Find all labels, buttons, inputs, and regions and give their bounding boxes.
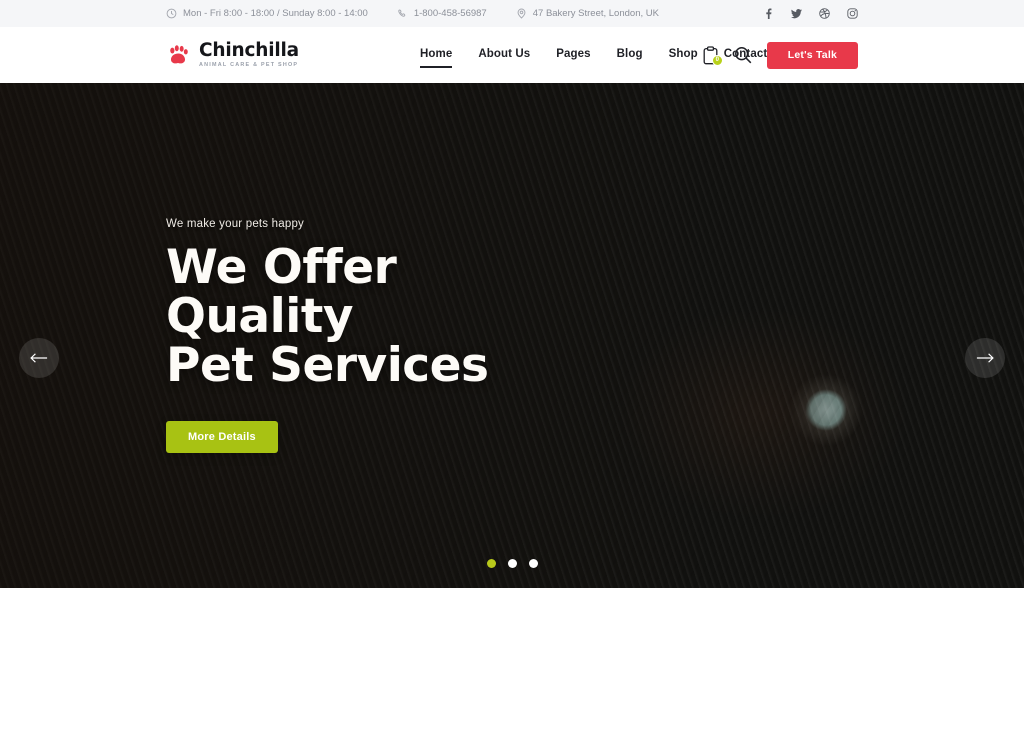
- slider-dot-1[interactable]: [486, 559, 496, 568]
- cart-icon[interactable]: 0: [702, 45, 723, 66]
- nav-item-home[interactable]: Home: [420, 48, 453, 68]
- topbar-contact-group: Mon - Fri 8:00 - 18:00 / Sunday 8:00 - 1…: [166, 8, 659, 19]
- instagram-icon[interactable]: [847, 8, 858, 19]
- nav-item-shop[interactable]: Shop: [669, 48, 698, 62]
- nav-item-pages[interactable]: Pages: [556, 48, 590, 62]
- opening-hours: Mon - Fri 8:00 - 18:00 / Sunday 8:00 - 1…: [166, 8, 368, 19]
- clock-icon: [166, 8, 177, 19]
- search-icon[interactable]: [734, 46, 752, 64]
- map-pin-icon: [516, 8, 527, 19]
- hero-slider: We make your pets happy We Offer Quality…: [0, 83, 1024, 588]
- slider-dot-2[interactable]: [507, 559, 517, 568]
- paw-icon: [166, 44, 190, 67]
- slider-dot-3[interactable]: [528, 559, 538, 568]
- brand-logo[interactable]: Chinchilla ANIMAL CARE & PET SHOP: [166, 39, 299, 69]
- hero-title-line-1: We Offer Quality: [166, 240, 397, 345]
- phone-number[interactable]: 1-800-458-56987: [397, 8, 487, 19]
- brand-name: Chinchilla: [199, 39, 299, 61]
- brand-tagline: ANIMAL CARE & PET SHOP: [199, 62, 299, 69]
- social-links: [763, 0, 858, 27]
- facebook-icon[interactable]: [763, 8, 774, 19]
- brand-text: Chinchilla ANIMAL CARE & PET SHOP: [199, 39, 299, 69]
- hero-title-line-2: Pet Services: [166, 337, 489, 393]
- street-address-text: 47 Bakery Street, London, UK: [532, 8, 659, 19]
- arrow-right-icon[interactable]: [965, 338, 1005, 378]
- cart-count-badge: 0: [711, 54, 723, 66]
- nav-item-about-us[interactable]: About Us: [478, 48, 530, 62]
- arrow-left-icon[interactable]: [19, 338, 59, 378]
- header-actions: 0 Let's Talk: [702, 27, 858, 83]
- phone-number-text: 1-800-458-56987: [413, 8, 487, 19]
- opening-hours-text: Mon - Fri 8:00 - 18:00 / Sunday 8:00 - 1…: [183, 8, 368, 19]
- lets-talk-button[interactable]: Let's Talk: [766, 41, 858, 69]
- street-address: 47 Bakery Street, London, UK: [516, 8, 659, 19]
- site-header: Chinchilla ANIMAL CARE & PET SHOP Home A…: [0, 27, 1024, 83]
- top-info-bar: Mon - Fri 8:00 - 18:00 / Sunday 8:00 - 1…: [0, 0, 1024, 27]
- nav-item-blog[interactable]: Blog: [617, 48, 643, 62]
- hero-content: We make your pets happy We Offer Quality…: [166, 83, 586, 588]
- more-details-button[interactable]: More Details: [166, 420, 278, 453]
- about-section: ABOUT US ABOUT US ABOUT US ABOUT US: [0, 588, 1024, 745]
- slider-pagination: [0, 559, 1024, 568]
- dribbble-icon[interactable]: [819, 8, 830, 19]
- hero-title: We Offer Quality Pet Services: [166, 243, 586, 393]
- twitter-icon[interactable]: [791, 8, 802, 19]
- phone-icon: [397, 8, 408, 19]
- hero-subtitle: We make your pets happy: [166, 218, 304, 231]
